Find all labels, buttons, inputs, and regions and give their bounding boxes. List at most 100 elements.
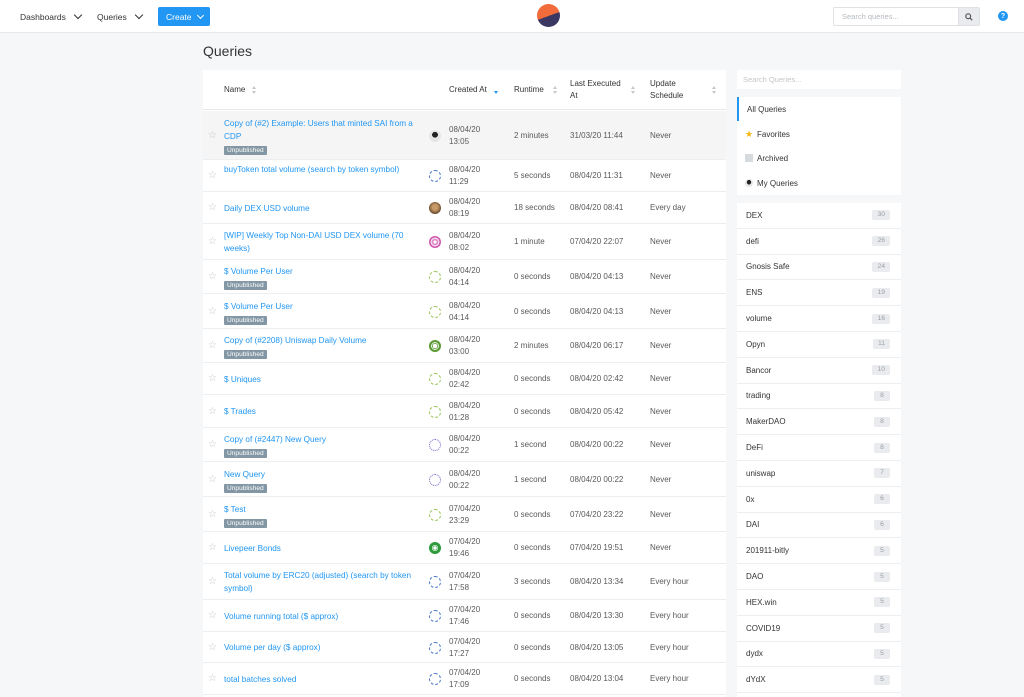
filter-favorites[interactable]: ★ Favorites xyxy=(737,122,901,146)
query-name-link[interactable]: $ Volume Per User Unpublished xyxy=(224,300,420,326)
query-name-link[interactable]: Daily DEX USD volume xyxy=(224,202,420,215)
tag-item[interactable]: Gnosis Safe 24 xyxy=(737,255,901,281)
table-row[interactable]: ☆ $ Volume Per User Unpublished 08/04/20 04… xyxy=(203,260,726,294)
tag-item[interactable]: trading 8 xyxy=(737,384,901,410)
query-name: $ Volume Per User xyxy=(224,267,293,276)
tag-item[interactable]: COVID19 5 xyxy=(737,616,901,642)
filter-archived[interactable]: Archived xyxy=(737,146,901,170)
sidebar-tags: DEX 30 defi 26 Gnosis Safe 24 ENS 19 volume 16 Opy… xyxy=(737,203,901,697)
tag-item[interactable]: DAI 6 xyxy=(737,513,901,539)
query-name-link[interactable]: [WIP] Weekly Top Non-DAI USD DEX volume … xyxy=(224,229,420,255)
favorite-star-icon[interactable]: ☆ xyxy=(208,237,218,247)
tag-item[interactable]: 201911-bitly 5 xyxy=(737,538,901,565)
sort-icon[interactable] xyxy=(631,86,636,95)
column-header-created-at[interactable]: Created At xyxy=(449,84,487,96)
tag-item[interactable]: volume 16 xyxy=(737,306,901,332)
sort-icon[interactable] xyxy=(252,86,257,95)
favorite-star-icon[interactable]: ☆ xyxy=(208,272,218,282)
sort-icon[interactable] xyxy=(712,86,717,95)
table-row[interactable]: ☆ [WIP] Weekly Top Non-DAI USD DEX volume… xyxy=(203,224,726,260)
favorite-star-icon[interactable]: ☆ xyxy=(208,406,218,417)
favorite-star-icon[interactable]: ☆ xyxy=(208,509,218,520)
sort-desc-icon[interactable] xyxy=(494,86,499,95)
queries-menu[interactable]: Queries xyxy=(97,0,144,33)
query-name-link[interactable]: buyToken total volume (search by token s… xyxy=(224,163,420,176)
table-row[interactable]: ☆ buyToken total volume (search by token … xyxy=(203,160,726,192)
favorite-star-icon[interactable]: ☆ xyxy=(208,474,218,485)
table-row[interactable]: ☆ Volume per day ($ approx) 07/04/20 17:27… xyxy=(203,632,726,663)
query-name-link[interactable]: Copy of (#2) Example: Users that minted … xyxy=(224,117,420,156)
query-name-link[interactable]: Copy of (#2447) New Query Unpublished xyxy=(224,433,420,459)
table-row[interactable]: ☆ $ Trades 08/04/20 01:28 0 seconds 08/04/20… xyxy=(203,395,726,428)
update-schedule: Never xyxy=(650,374,672,383)
query-name-link[interactable]: total batches solved xyxy=(224,673,420,686)
query-name-link[interactable]: $ Trades xyxy=(224,405,420,418)
favorite-star-icon[interactable]: ☆ xyxy=(208,611,218,621)
tag-item[interactable]: 0x 6 xyxy=(737,487,901,513)
favorite-star-icon[interactable]: ☆ xyxy=(208,203,218,213)
filter-all-queries[interactable]: All Queries xyxy=(737,97,901,121)
query-name-link[interactable]: Total volume by ERC20 (adjusted) (search… xyxy=(224,569,420,595)
query-name-link[interactable]: Volume running total ($ approx) xyxy=(224,610,420,623)
tag-item[interactable]: MakerDAO 8 xyxy=(737,409,901,436)
create-button[interactable]: Create xyxy=(158,7,210,26)
favorite-star-icon[interactable]: ☆ xyxy=(208,374,218,384)
favorite-star-icon[interactable]: ☆ xyxy=(208,642,218,653)
tag-item[interactable]: dYdX 5 xyxy=(737,667,901,694)
column-header-runtime[interactable]: Runtime xyxy=(514,84,544,96)
tag-item[interactable]: DAO 5 xyxy=(737,564,901,590)
table-row[interactable]: ☆ $ Uniques 08/04/20 02:42 0 seconds 08/04/2… xyxy=(203,363,726,395)
tag-item[interactable]: Opyn 11 xyxy=(737,332,901,358)
dashboards-menu[interactable]: Dashboards xyxy=(20,0,83,33)
column-header-schedule[interactable]: Update Schedule xyxy=(650,78,700,102)
query-name-link[interactable]: $ Volume Per User Unpublished xyxy=(224,265,420,291)
favorite-star-icon[interactable]: ☆ xyxy=(208,306,218,317)
sidebar-search-input[interactable] xyxy=(737,70,901,89)
table-row[interactable]: ☆ Total volume by ERC20 (adjusted) (searc… xyxy=(203,564,726,600)
table-row[interactable]: ☆ New Query Unpublished 08/04/20 00:22 1 sec… xyxy=(203,462,726,497)
tag-label: DAI xyxy=(746,520,760,530)
table-row[interactable]: ☆ Copy of (#2) Example: Users that minted… xyxy=(203,111,726,160)
table-row[interactable]: ☆ Volume running total ($ approx) 07/04/20… xyxy=(203,600,726,632)
tag-item[interactable]: DeFi 8 xyxy=(737,435,901,461)
help-icon[interactable]: ? xyxy=(998,11,1008,21)
tag-item[interactable]: uniswap 7 xyxy=(737,461,901,487)
table-row[interactable]: ☆ Copy of (#2447) New Query Unpublished 08/… xyxy=(203,428,726,462)
last-executed-at: 07/04/20 23:22 xyxy=(570,509,624,519)
search-button[interactable] xyxy=(958,7,980,26)
favorite-star-icon[interactable]: ☆ xyxy=(208,674,218,684)
tag-item[interactable]: dydx 5 xyxy=(737,642,901,668)
query-name: Copy of (#2208) Uniswap Daily Volume xyxy=(224,336,367,345)
logo[interactable] xyxy=(533,0,564,31)
table-row[interactable]: ☆ $ Volume Per User Unpublished 08/04/20 04… xyxy=(203,294,726,329)
table-row[interactable]: ☆ $ Test Unpublished 07/04/20 23:29 0 second… xyxy=(203,497,726,532)
user-icon xyxy=(745,179,753,187)
favorite-star-icon[interactable]: ☆ xyxy=(208,440,218,450)
tag-item[interactable]: DEX 30 xyxy=(737,203,901,229)
query-name-link[interactable]: Copy of (#2208) Uniswap Daily Volume Unpu… xyxy=(224,334,420,360)
table-row[interactable]: ☆ Copy of (#2208) Uniswap Daily Volume Unp… xyxy=(203,329,726,363)
query-name-link[interactable]: New Query Unpublished xyxy=(224,468,420,494)
query-name-link[interactable]: Volume per day ($ approx) xyxy=(224,641,420,654)
tag-item[interactable]: ENS 19 xyxy=(737,280,901,307)
table-row[interactable]: ☆ total batches solved 07/04/20 17:09 0 sec… xyxy=(203,663,726,695)
favorite-star-icon[interactable]: ☆ xyxy=(208,130,218,141)
favorite-star-icon[interactable]: ☆ xyxy=(208,341,218,351)
sort-icon[interactable] xyxy=(553,86,558,95)
column-header-name[interactable]: Name xyxy=(224,84,245,96)
filter-my-queries[interactable]: My Queries xyxy=(737,171,901,195)
tag-item[interactable]: Bancor 10 xyxy=(737,358,901,384)
tag-item[interactable]: defi 26 xyxy=(737,229,901,255)
favorite-star-icon[interactable]: ☆ xyxy=(208,171,218,181)
last-executed-at: 07/04/20 22:07 xyxy=(570,237,624,246)
favorite-star-icon[interactable]: ☆ xyxy=(208,577,218,587)
table-row[interactable]: ☆ Livepeer Bonds 07/04/20 19:46 0 seconds 07… xyxy=(203,532,726,564)
tag-item[interactable]: HEX.win 5 xyxy=(737,590,901,616)
favorite-star-icon[interactable]: ☆ xyxy=(208,543,218,553)
query-name-link[interactable]: Livepeer Bonds xyxy=(224,542,420,555)
query-name-link[interactable]: $ Uniques xyxy=(224,373,420,386)
table-row[interactable]: ☆ Daily DEX USD volume 08/04/20 08:19 18 se… xyxy=(203,192,726,224)
search-input[interactable] xyxy=(833,7,959,26)
query-name-link[interactable]: $ Test Unpublished xyxy=(224,503,420,529)
column-header-last-executed[interactable]: Last Executed At xyxy=(570,78,628,102)
